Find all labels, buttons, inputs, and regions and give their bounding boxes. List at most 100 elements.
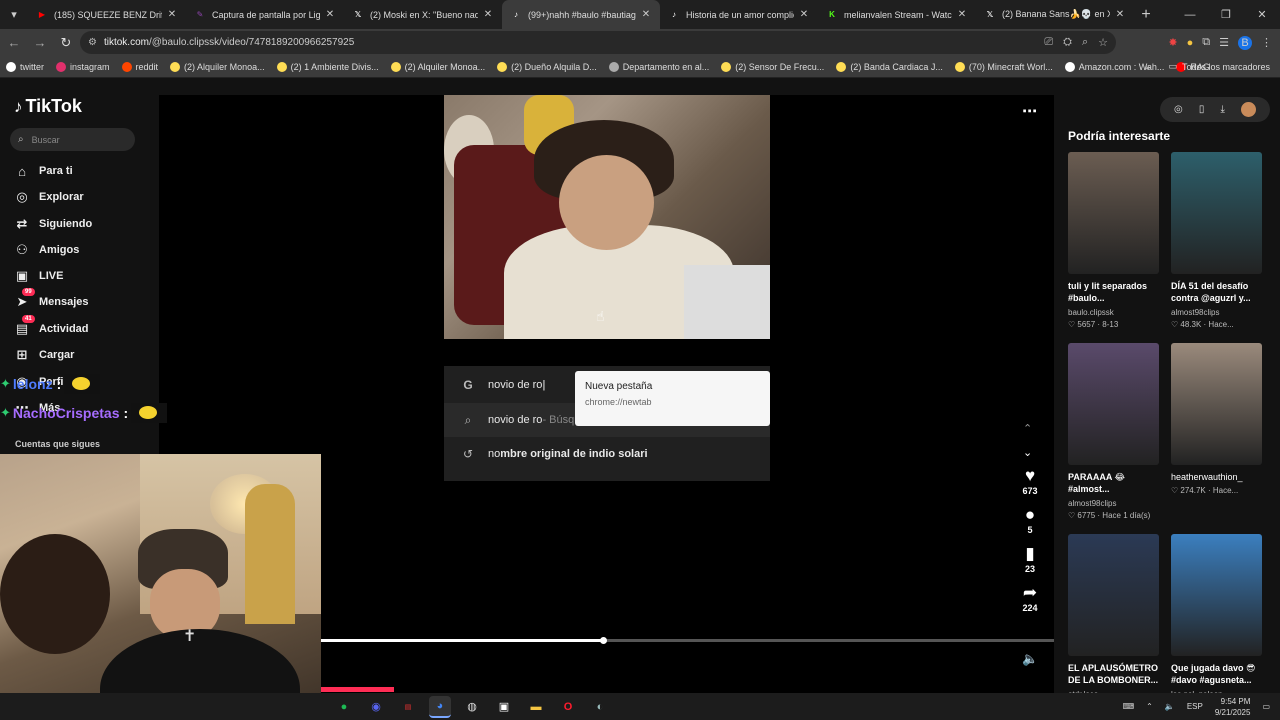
bookmark-item[interactable]: (2) Banda Cardiaca J...: [836, 61, 943, 72]
sidebar-item-amigos[interactable]: ⚇ Amigos: [14, 240, 79, 260]
volume-icon[interactable]: 🔈: [1022, 651, 1038, 667]
reading-list-icon[interactable]: ☰: [1219, 36, 1229, 49]
close-tab-icon[interactable]: ✕: [956, 9, 968, 20]
video-thumbnail[interactable]: [1068, 343, 1159, 465]
video-caption[interactable]: EL APLAUSÓMETRO DE LA BOMBONER...: [1068, 662, 1159, 686]
browser-menu-icon[interactable]: ⋮: [1261, 36, 1272, 49]
video-thumbnail[interactable]: [1068, 534, 1159, 656]
back-button[interactable]: ←: [2, 31, 26, 55]
translate-icon[interactable]: ⛭: [1063, 36, 1072, 49]
search-input[interactable]: ⌕ Buscar: [10, 128, 135, 151]
video-author[interactable]: almost98clips: [1171, 308, 1262, 317]
tiktok-logo[interactable]: ♪ TikTok: [14, 96, 82, 117]
bookmark-item[interactable]: (2) Dueño Alquila D...: [497, 61, 597, 72]
bookmark-item[interactable]: reddit: [121, 61, 158, 72]
browser-tab[interactable]: Kmelianvalen Stream - Watch Liv ✕: [818, 0, 976, 29]
sidebar-item-mensajes[interactable]: ➤ 99 Mensajes: [14, 288, 89, 312]
video-caption[interactable]: DÍA 51 del desafío contra @aguzrl y...: [1171, 280, 1262, 304]
capture-app-icon[interactable]: ▣: [493, 696, 515, 718]
video-author[interactable]: baulo.clipssk: [1068, 308, 1159, 317]
browser-tab[interactable]: ▶ (185) SQUEEZE BENZ Drifts Thr ✕: [28, 0, 186, 29]
more-options-icon[interactable]: ⋯: [1022, 102, 1038, 120]
minimize-button[interactable]: —: [1172, 0, 1208, 29]
address-bar[interactable]: ⚙ tiktok.com/@baulo.clipssk/video/747818…: [80, 31, 1116, 54]
close-tab-icon[interactable]: ✕: [1114, 9, 1126, 20]
volume-tray-icon[interactable]: 🔈: [1165, 702, 1175, 711]
suggested-video-card[interactable]: Que jugada davo 😎 #davo #agusneta...los.…: [1171, 534, 1262, 699]
sidebar-item-cargar[interactable]: ⊞ Cargar: [14, 345, 75, 365]
bookmark-item[interactable]: Departamento en al...: [608, 61, 709, 72]
opera-icon[interactable]: O: [557, 696, 579, 718]
suggested-video-card[interactable]: PARAAAA 😂 #almost... almost98clips ♡ 6775 …: [1068, 343, 1159, 520]
bookmark-item[interactable]: (70) Minecraft Worl...: [954, 61, 1053, 72]
video-thumbnail[interactable]: [1171, 152, 1262, 274]
close-tab-icon[interactable]: ✕: [798, 9, 810, 20]
tab-search-button[interactable]: ▾: [0, 1, 28, 29]
extension-color-icon[interactable]: ●: [1187, 37, 1194, 49]
video-thumbnail[interactable]: [1171, 534, 1262, 656]
browser-tab[interactable]: ✎ Captura de pantalla por Lightsh ✕: [186, 0, 344, 29]
like-button[interactable]: ♥ 673: [1022, 466, 1037, 496]
video-caption[interactable]: PARAAAA 😂 #almost...: [1068, 471, 1159, 495]
download-icon[interactable]: ⤓: [1220, 104, 1224, 115]
video-player[interactable]: ☝ G novio de ro | ⌕ novio de ro - Búsqued…: [444, 95, 770, 675]
bookmark-star-icon[interactable]: ☆: [1098, 36, 1108, 49]
sidebar-item-actividad[interactable]: ▤ 41 Actividad: [14, 315, 89, 339]
bookmark-item[interactable]: twitter: [6, 61, 44, 72]
browser-tab[interactable]: 𝕏 (2) Banana Sans🍌💀 en X: "h ✕: [976, 0, 1134, 29]
browser-tab[interactable]: ♪ (99+)nahh #baulo #bautiagno ✕: [502, 0, 660, 29]
sidebar-item-para-ti[interactable]: ⌂ Para ti: [14, 161, 73, 181]
reload-button[interactable]: ↻: [54, 31, 78, 55]
browser-tab[interactable]: 𝕏 (2) Moski en X: "Bueno nada, n ✕: [344, 0, 502, 29]
new-tab-button[interactable]: +: [1134, 6, 1158, 24]
video-author[interactable]: almost98clips: [1068, 499, 1159, 508]
notifications-icon[interactable]: ▭: [1262, 702, 1270, 711]
video-caption[interactable]: tuli y lit separados #baulo...: [1068, 280, 1159, 304]
user-avatar[interactable]: [1240, 102, 1256, 117]
restore-button[interactable]: ❐: [1208, 0, 1244, 29]
suggested-video-card[interactable]: heatherwauthion_ ♡ 274.7K · Hace...: [1171, 343, 1262, 495]
close-tab-icon[interactable]: ✕: [324, 9, 336, 20]
comment-button[interactable]: ● 5: [1025, 505, 1035, 535]
close-window-button[interactable]: ✕: [1244, 0, 1280, 29]
profile-avatar[interactable]: B: [1238, 35, 1252, 50]
spotify-icon[interactable]: ●: [333, 696, 355, 718]
file-explorer-icon[interactable]: ▬: [525, 696, 547, 718]
extension-red-icon[interactable]: ✸: [1168, 36, 1177, 49]
video-thumbnail[interactable]: [1171, 343, 1262, 465]
language-indicator[interactable]: ESP: [1187, 702, 1203, 711]
bookmark-item[interactable]: (2) Alquiler Monoa...: [390, 61, 485, 72]
bookmarks-overflow-button[interactable]: »: [1145, 62, 1150, 72]
obs-icon[interactable]: ◍: [461, 696, 483, 718]
video-caption[interactable]: heatherwauthion_: [1171, 471, 1262, 483]
sidebar-item-siguiendo[interactable]: ⇄ Siguiendo: [14, 214, 93, 234]
keyboard-icon[interactable]: ⌨: [1123, 702, 1135, 711]
site-info-icon[interactable]: ⚙: [88, 37, 97, 48]
browser-tab[interactable]: ♪ Historia de un amor complicad ✕: [660, 0, 818, 29]
close-tab-icon[interactable]: ✕: [166, 9, 178, 20]
install-app-icon[interactable]: ⎚: [1044, 36, 1053, 49]
previous-video-icon[interactable]: ⌃: [1023, 422, 1032, 435]
suggested-video-card[interactable]: tuli y lit separados #baulo... baulo.clip…: [1068, 152, 1159, 329]
suggested-video-card[interactable]: EL APLAUSÓMETRO DE LA BOMBONER...otdr.lo…: [1068, 534, 1159, 699]
video-progress-bar[interactable]: [321, 637, 1054, 644]
sidebar-item-explorar[interactable]: ◎ Explorar: [14, 187, 83, 207]
close-tab-icon[interactable]: ✕: [482, 9, 494, 20]
all-bookmarks-folder[interactable]: ▭ Todos los marcadores: [1168, 61, 1270, 72]
bookmark-item[interactable]: (2) Alquiler Monoa...: [170, 61, 265, 72]
voicemeeter-icon[interactable]: ▤: [397, 696, 419, 718]
bookmark-item[interactable]: (2) Sensor De Frecu...: [721, 61, 824, 72]
chrome-icon[interactable]: ◕: [429, 695, 451, 718]
tray-chevron-icon[interactable]: ⌃: [1146, 702, 1153, 711]
video-caption[interactable]: Que jugada davo 😎 #davo #agusneta...: [1171, 662, 1262, 686]
sidebar-item-live[interactable]: ▣ LIVE: [14, 266, 64, 286]
forward-button[interactable]: →: [28, 31, 52, 55]
bookmark-item[interactable]: instagram: [56, 61, 110, 72]
zoom-icon[interactable]: ⌕: [1082, 36, 1088, 49]
close-tab-icon[interactable]: ✕: [640, 9, 652, 20]
share-button[interactable]: ➦ 224: [1022, 583, 1037, 613]
bookmark-item[interactable]: (2) 1 Ambiente Divis...: [276, 61, 379, 72]
discord-icon[interactable]: ◉: [365, 696, 387, 718]
video-thumbnail[interactable]: [1068, 152, 1159, 274]
phone-icon[interactable]: ▯: [1199, 104, 1205, 115]
